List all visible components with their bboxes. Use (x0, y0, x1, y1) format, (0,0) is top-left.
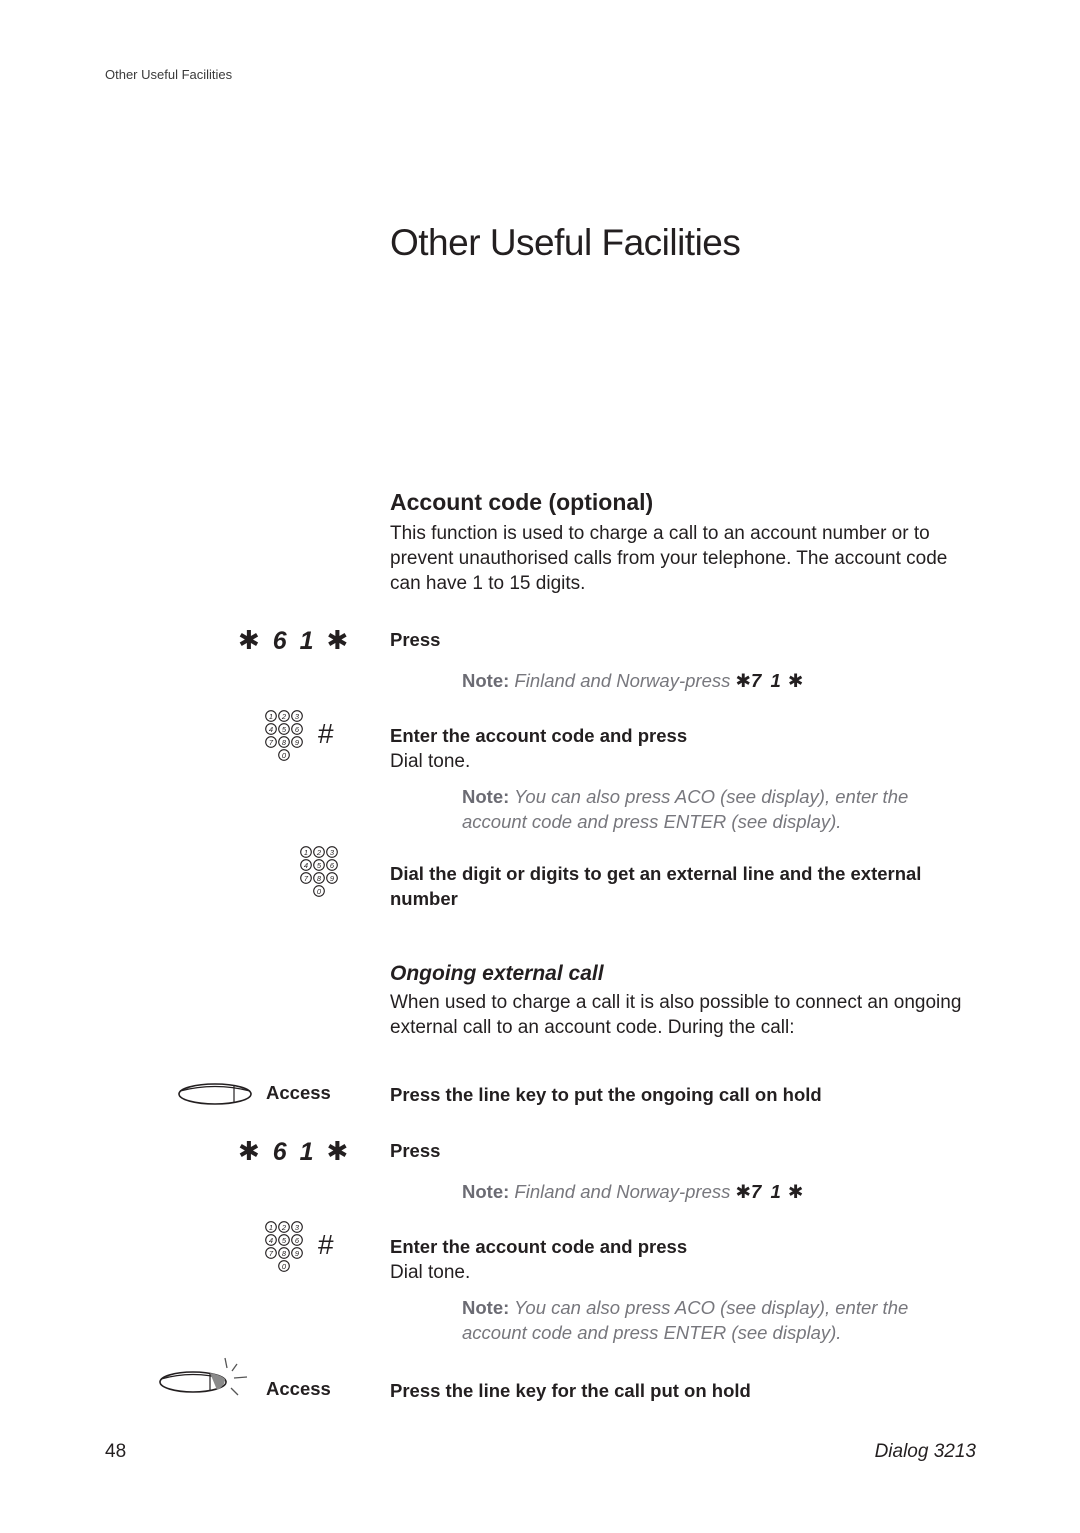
star-key-icon: ✱ (326, 1136, 352, 1166)
note-finland-norway: Note: Finland and Norway-press ✱7 1 ✱ (462, 1179, 962, 1204)
keypad-key-1: 1 (265, 710, 277, 722)
dial-tone-text: Dial tone. (390, 751, 471, 772)
page-number: 48 (105, 1441, 127, 1462)
code-digits: 6 1 (272, 1138, 317, 1166)
keypad-key-8: 8 (313, 872, 325, 884)
star-key-icon: ✱ (238, 625, 263, 655)
press-instruction: Press (390, 1140, 441, 1161)
keypad-key-0: 0 (278, 749, 290, 761)
code-digits: 6 1 (272, 627, 317, 655)
flashing-line-key-icon (155, 1356, 255, 1400)
keypad-key-3: 3 (326, 846, 338, 858)
keypad-icon: 123 456 7890 (300, 846, 340, 898)
note-label: Note: (462, 786, 510, 807)
star-key-icon: ✱ (787, 1181, 804, 1202)
keypad-key-6: 6 (291, 723, 303, 735)
subsection-title: Ongoing external call (390, 962, 604, 985)
hash-key-icon: # (318, 1229, 334, 1260)
note-text: Finland and Norway-press (514, 670, 731, 691)
svg-text:4: 4 (269, 725, 273, 734)
access-key-label: Access (266, 1082, 331, 1103)
running-head: Other Useful Facilities (105, 67, 233, 82)
enter-code-instruction: Enter the account code and press (390, 1236, 688, 1257)
press-instruction: Press (390, 629, 441, 650)
svg-text:1: 1 (269, 1223, 273, 1232)
note-code-digits: 7 1 (751, 670, 783, 691)
keypad-key-7: 7 (300, 872, 312, 884)
access-key-label: Access (266, 1378, 331, 1399)
keypad-key-9: 9 (291, 1247, 303, 1259)
svg-text:2: 2 (316, 848, 322, 857)
note-label: Note: (462, 1181, 510, 1202)
dial-external-instruction: Dial the digit or digits to get an exter… (390, 863, 922, 909)
keypad-key-2: 2 (278, 710, 290, 722)
section-title: Account code (optional) (390, 489, 654, 515)
keypad-key-6: 6 (291, 1234, 303, 1246)
code-star-61-star: ✱ 6 1 ✱ (238, 625, 351, 656)
svg-text:4: 4 (304, 861, 308, 870)
keypad-key-9: 9 (326, 872, 338, 884)
star-key-icon: ✱ (787, 670, 804, 691)
section-intro: This function is used to charge a call t… (390, 523, 948, 594)
star-key-icon: ✱ (735, 670, 752, 691)
line-key-icon (177, 1080, 255, 1108)
keypad-icon: 123 456 7890 (265, 710, 305, 762)
keypad-icon: 123 456 7890 (265, 1221, 305, 1273)
hash-key-icon: # (318, 718, 334, 749)
keypad-key-5: 5 (278, 1234, 290, 1246)
keypad-key-3: 3 (291, 710, 303, 722)
keypad-key-5: 5 (278, 723, 290, 735)
resume-instruction: Press the line key for the call put on h… (390, 1380, 751, 1401)
keypad-key-8: 8 (278, 1247, 290, 1259)
svg-text:1: 1 (269, 712, 273, 721)
dial-tone-text: Dial tone. (390, 1262, 471, 1283)
note-finland-norway: Note: Finland and Norway-press ✱7 1 ✱ (462, 668, 962, 693)
keypad-key-8: 8 (278, 736, 290, 748)
svg-text:4: 4 (269, 1236, 273, 1245)
svg-text:2: 2 (281, 1223, 287, 1232)
keypad-key-2: 2 (313, 846, 325, 858)
note-code-digits: 7 1 (751, 1181, 783, 1202)
keypad-key-9: 9 (291, 736, 303, 748)
star-key-icon: ✱ (326, 625, 352, 655)
keypad-key-0: 0 (278, 1260, 290, 1272)
star-key-icon: ✱ (238, 1136, 263, 1166)
svg-text:1: 1 (304, 848, 308, 857)
keypad-key-3: 3 (291, 1221, 303, 1233)
keypad-key-5: 5 (313, 859, 325, 871)
star-key-icon: ✱ (735, 1181, 752, 1202)
keypad-key-7: 7 (265, 736, 277, 748)
note-aco: Note: You can also press ACO (see displa… (462, 784, 962, 834)
note-text: You can also press ACO (see display), en… (462, 1297, 909, 1343)
product-name: Dialog 3213 (874, 1441, 976, 1462)
keypad-key-1: 1 (265, 1221, 277, 1233)
keypad-key-0: 0 (313, 885, 325, 897)
subsection-intro: When used to charge a call it is also po… (390, 992, 962, 1038)
enter-code-instruction: Enter the account code and press (390, 725, 688, 746)
code-star-61-star: ✱ 6 1 ✱ (238, 1136, 351, 1167)
keypad-key-7: 7 (265, 1247, 277, 1259)
note-label: Note: (462, 670, 510, 691)
keypad-key-1: 1 (300, 846, 312, 858)
keypad-key-4: 4 (265, 1234, 277, 1246)
keypad-key-2: 2 (278, 1221, 290, 1233)
hold-instruction: Press the line key to put the ongoing ca… (390, 1084, 822, 1105)
note-text: You can also press ACO (see display), en… (462, 786, 909, 832)
note-text: Finland and Norway-press (514, 1181, 731, 1202)
note-aco: Note: You can also press ACO (see displa… (462, 1295, 962, 1345)
note-label: Note: (462, 1297, 510, 1318)
keypad-key-6: 6 (326, 859, 338, 871)
keypad-key-4: 4 (300, 859, 312, 871)
keypad-key-4: 4 (265, 723, 277, 735)
chapter-title: Other Useful Facilities (390, 222, 741, 263)
svg-text:2: 2 (281, 712, 287, 721)
